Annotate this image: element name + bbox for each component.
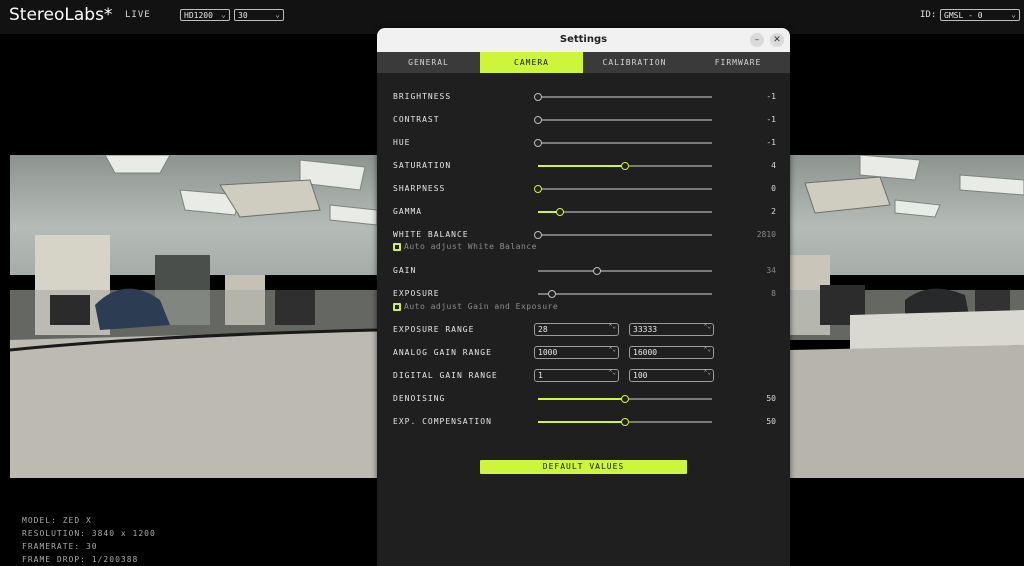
minimize-button[interactable]: – <box>750 33 764 47</box>
analog-gain-range-max-input[interactable]: 16000 ⌃⌄ <box>629 346 714 359</box>
right-camera-feed <box>790 155 1024 478</box>
digital-gain-range-max-input[interactable]: 100 ⌃⌄ <box>629 369 714 382</box>
gain-slider[interactable] <box>538 267 712 275</box>
close-button[interactable]: ✕ <box>770 33 784 47</box>
dialog-title: Settings <box>559 34 608 45</box>
auto-white-balance-checkbox[interactable] <box>393 243 401 251</box>
fps-value: 30 <box>238 11 248 20</box>
digital-gain-range-min-value: 1 <box>538 371 543 380</box>
gain-label: GAIN <box>393 266 417 275</box>
tab-bar: GENERAL CAMERA CALIBRATION FIRMWARE <box>377 52 790 73</box>
analog-gain-range-min-input[interactable]: 1000 ⌃⌄ <box>534 346 619 359</box>
spinner-icon[interactable]: ⌃⌄ <box>704 370 711 376</box>
exposure-label: EXPOSURE <box>393 289 440 298</box>
contrast-label: CONTRAST <box>393 115 440 124</box>
resolution-info: RESOLUTION: 3840 x 1200 <box>22 529 156 538</box>
dialog-titlebar: Settings – ✕ <box>377 28 790 52</box>
spinner-icon[interactable]: ⌃⌄ <box>704 347 711 353</box>
resolution-select[interactable]: HD1200 ⌄ <box>180 9 230 21</box>
saturation-label: SATURATION <box>393 161 452 170</box>
settings-dialog: Settings – ✕ GENERAL CAMERA CALIBRATION … <box>377 28 790 566</box>
tab-calibration[interactable]: CALIBRATION <box>583 52 686 73</box>
gamma-label: GAMMA <box>393 207 423 216</box>
exposure-range-label: EXPOSURE RANGE <box>393 325 475 334</box>
spinner-icon[interactable]: ⌃⌄ <box>609 347 616 353</box>
left-camera-feed <box>10 155 377 478</box>
exp-compensation-value: 50 <box>766 417 776 426</box>
white-balance-slider[interactable] <box>534 231 712 239</box>
saturation-row: SATURATION 4 <box>393 159 776 173</box>
chevron-down-icon: ⌄ <box>221 10 226 19</box>
default-values-button[interactable]: DEFAULT VALUES <box>480 460 687 474</box>
tab-firmware[interactable]: FIRMWARE <box>686 52 790 73</box>
auto-white-balance-label: Auto adjust White Balance <box>404 242 537 251</box>
auto-gain-exposure-checkbox[interactable] <box>393 303 401 311</box>
denoising-slider[interactable] <box>538 395 712 403</box>
hue-slider[interactable] <box>534 139 712 147</box>
analog-gain-range-max-value: 16000 <box>633 348 658 357</box>
digital-gain-range-min-input[interactable]: 1 ⌃⌄ <box>534 369 619 382</box>
white-balance-row: WHITE BALANCE 2810 <box>393 228 776 242</box>
denoising-value: 50 <box>766 394 776 403</box>
frame-drop-info: FRAME DROP: 1/200388 <box>22 555 139 564</box>
analog-gain-range-min-value: 1000 <box>538 348 558 357</box>
digital-gain-range-label: DIGITAL GAIN RANGE <box>393 371 498 380</box>
gain-value: 34 <box>766 266 776 275</box>
contrast-row: CONTRAST -1 <box>393 113 776 127</box>
exposure-range-min-input[interactable]: 28 ⌃⌄ <box>534 323 619 336</box>
chevron-down-icon: ⌄ <box>275 10 280 19</box>
framerate-info: FRAMERATE: 30 <box>22 542 98 551</box>
spinner-icon[interactable]: ⌃⌄ <box>609 370 616 376</box>
contrast-slider[interactable] <box>534 116 712 124</box>
camera-id-value: GMSL - 0 <box>944 11 983 20</box>
tab-general[interactable]: GENERAL <box>377 52 480 73</box>
hue-row: HUE -1 <box>393 136 776 150</box>
brightness-row: BRIGHTNESS -1 <box>393 90 776 104</box>
denoising-label: DENOISING <box>393 394 446 403</box>
brand-logo: StereoLabs* <box>9 5 113 25</box>
exposure-range-min-value: 28 <box>538 325 548 334</box>
tab-camera[interactable]: CAMERA <box>480 52 583 73</box>
model-info: MODEL: ZED X <box>22 516 92 525</box>
white-balance-label: WHITE BALANCE <box>393 230 469 239</box>
camera-id-label: ID: <box>920 10 937 20</box>
sharpness-label: SHARPNESS <box>393 184 446 193</box>
brightness-label: BRIGHTNESS <box>393 92 452 101</box>
gamma-slider[interactable] <box>538 208 712 216</box>
exp-compensation-row: EXP. COMPENSATION 50 <box>393 415 776 429</box>
sharpness-value: 0 <box>771 184 776 193</box>
fps-select[interactable]: 30 ⌄ <box>234 9 284 21</box>
exposure-value: 8 <box>771 289 776 298</box>
exposure-row: EXPOSURE 8 <box>393 287 776 301</box>
saturation-value: 4 <box>771 161 776 170</box>
sharpness-row: SHARPNESS 0 <box>393 182 776 196</box>
hue-value: -1 <box>766 138 776 147</box>
exposure-range-max-value: 33333 <box>633 325 658 334</box>
camera-id-select[interactable]: GMSL - 0 ⌄ <box>940 9 1020 21</box>
saturation-slider[interactable] <box>538 162 712 170</box>
analog-gain-range-label: ANALOG GAIN RANGE <box>393 348 492 357</box>
gamma-row: GAMMA 2 <box>393 205 776 219</box>
spinner-icon[interactable]: ⌃⌄ <box>704 324 711 330</box>
digital-gain-range-max-value: 100 <box>633 371 648 380</box>
exposure-slider[interactable] <box>538 290 712 298</box>
white-balance-value: 2810 <box>756 230 776 239</box>
resolution-value: HD1200 <box>184 11 213 20</box>
exposure-range-max-input[interactable]: 33333 ⌃⌄ <box>629 323 714 336</box>
exp-compensation-slider[interactable] <box>538 418 712 426</box>
hue-label: HUE <box>393 138 411 147</box>
exp-compensation-label: EXP. COMPENSATION <box>393 417 492 426</box>
denoising-row: DENOISING 50 <box>393 392 776 406</box>
live-mode-label: LIVE <box>125 10 151 20</box>
brightness-value: -1 <box>766 92 776 101</box>
chevron-down-icon: ⌄ <box>1011 10 1016 19</box>
contrast-value: -1 <box>766 115 776 124</box>
gain-row: GAIN 34 <box>393 264 776 278</box>
spinner-icon[interactable]: ⌃⌄ <box>609 324 616 330</box>
gamma-value: 2 <box>771 207 776 216</box>
brightness-slider[interactable] <box>534 93 712 101</box>
sharpness-slider[interactable] <box>534 185 712 193</box>
auto-gain-exposure-label: Auto adjust Gain and Exposure <box>404 302 559 311</box>
